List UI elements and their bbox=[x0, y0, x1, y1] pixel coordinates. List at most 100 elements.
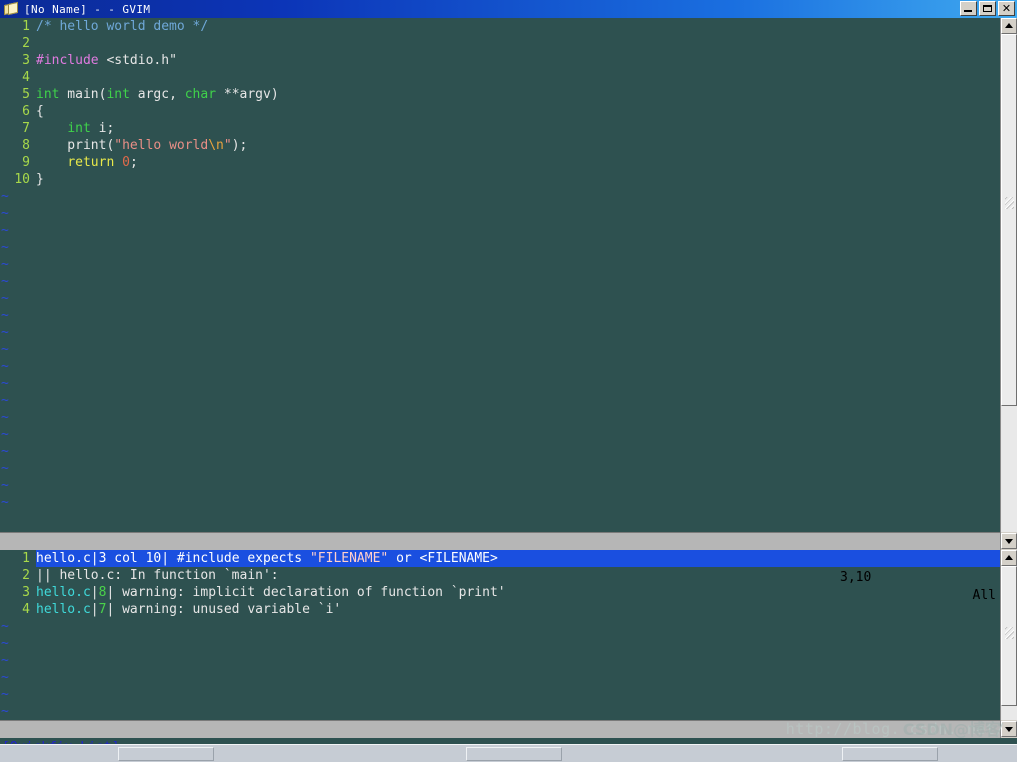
quickfix-empty-lines: ~ ~ ~ ~ ~ ~ bbox=[0, 618, 1000, 720]
empty-line-marker: ~ bbox=[1, 308, 9, 323]
window-controls: ✕ bbox=[960, 1, 1015, 16]
token-type: char bbox=[184, 87, 217, 102]
empty-line-marker: ~ bbox=[1, 427, 9, 442]
empty-line-marker: ~ bbox=[1, 291, 9, 306]
quickfix-scroll-up-button[interactable] bbox=[1001, 550, 1017, 566]
buffer-line[interactable]: 8 print("hello world\n"); bbox=[0, 137, 1000, 154]
os-taskbar[interactable] bbox=[0, 744, 1017, 762]
empty-line-marker: ~ bbox=[1, 636, 9, 651]
taskbar-item-3[interactable] bbox=[842, 747, 938, 761]
line-text: { bbox=[36, 103, 1000, 120]
token-comment: /* hello world demo */ bbox=[36, 19, 209, 34]
window-title: [No Name] - - GVIM bbox=[24, 2, 151, 16]
quickfix-entries: 1 hello.c|3 col 10| #include expects "FIL… bbox=[0, 550, 1000, 618]
empty-line-marker: ~ bbox=[1, 653, 9, 668]
buffer-line[interactable]: 5 int main(int argc, char **argv) bbox=[0, 86, 1000, 103]
quickfix-scroll-grip bbox=[1005, 627, 1014, 639]
quickfix-buffer-pane[interactable]: 1 hello.c|3 col 10| #include expects "FIL… bbox=[0, 550, 1000, 720]
empty-line-marker: ~ bbox=[1, 478, 9, 493]
line-number: 8 bbox=[22, 138, 30, 153]
source-buffer-pane[interactable]: 1 /* hello world demo */ 2 3 #include <stdio… bbox=[0, 18, 1000, 532]
quickfix-scroll-thumb[interactable] bbox=[1001, 566, 1017, 706]
line-number: 4 bbox=[22, 70, 30, 85]
token-plain: | bbox=[90, 602, 99, 617]
close-icon: ✕ bbox=[1001, 2, 1012, 15]
maximize-icon bbox=[983, 5, 992, 12]
buffer-line[interactable]: 6{ bbox=[0, 103, 1000, 120]
line-text bbox=[36, 69, 1000, 86]
token-plain: || hello.c: In function `main': bbox=[36, 568, 279, 583]
source-scroll-up-button[interactable] bbox=[1001, 18, 1017, 34]
token-plain: } bbox=[36, 172, 44, 187]
token-plain: argc, bbox=[129, 87, 185, 102]
empty-line-marker: ~ bbox=[1, 495, 9, 510]
minimize-button[interactable] bbox=[960, 1, 977, 16]
gvim-window: [No Name] - - GVIM ✕ 1 /* hello world dem… bbox=[0, 0, 1017, 744]
buffer-line[interactable]: 4 bbox=[0, 69, 1000, 86]
empty-line-marker: ~ bbox=[1, 687, 9, 702]
source-empty-lines: ~ ~ ~ ~ ~ ~ ~ ~ ~ ~ ~ ~ ~ ~ ~ ~ ~ ~ ~ bbox=[0, 188, 1000, 511]
token-string: " bbox=[223, 138, 232, 153]
line-number: 3 bbox=[22, 585, 30, 600]
line-text: || hello.c: In function `main': bbox=[36, 567, 1000, 584]
maximize-button[interactable] bbox=[979, 1, 996, 16]
line-text: hello.c|7| warning: unused variable `i' bbox=[36, 601, 1000, 618]
empty-line-marker: ~ bbox=[1, 393, 9, 408]
buffer-line[interactable]: 2 || hello.c: In function `main': bbox=[0, 567, 1000, 584]
buffer-line[interactable]: 10} bbox=[0, 171, 1000, 188]
token-type: int bbox=[106, 87, 130, 102]
token-plain: i; bbox=[90, 121, 115, 136]
line-number: 2 bbox=[22, 36, 30, 51]
source-scroll-down-button[interactable] bbox=[1001, 533, 1017, 549]
taskbar-item-1[interactable] bbox=[118, 747, 214, 761]
buffer-line[interactable]: 9 return 0; bbox=[0, 154, 1000, 171]
empty-line-marker: ~ bbox=[1, 223, 9, 238]
buffer-line[interactable]: 1 hello.c|3 col 10| #include expects "FIL… bbox=[0, 550, 1000, 567]
quickfix-scrollbar[interactable] bbox=[1000, 550, 1017, 720]
token-plain: <stdio.h" bbox=[98, 53, 177, 68]
token-string: "FILENAME" bbox=[309, 551, 389, 566]
buffer-line[interactable]: 4 hello.c|7| warning: unused variable `i' bbox=[0, 601, 1000, 618]
token-plain: | warning: unused variable `i' bbox=[106, 602, 342, 617]
token-file: hello.c bbox=[36, 551, 91, 566]
empty-line-marker: ~ bbox=[1, 461, 9, 476]
token-string: "hello world bbox=[114, 138, 209, 153]
source-lines: 1 /* hello world demo */ 2 3 #include <stdio… bbox=[0, 18, 1000, 188]
line-number: 3 bbox=[22, 53, 30, 68]
empty-line-marker: ~ bbox=[1, 410, 9, 425]
buffer-line[interactable]: 3 #include <stdio.h" bbox=[0, 52, 1000, 69]
buffer-line[interactable]: 7 int i; bbox=[0, 120, 1000, 137]
token-type: int bbox=[36, 87, 60, 102]
line-text: print("hello world\n"); bbox=[36, 137, 1000, 154]
taskbar-item-2[interactable] bbox=[466, 747, 562, 761]
source-scrollbar[interactable] bbox=[1000, 18, 1017, 532]
scrollbar-corner-top bbox=[1000, 532, 1017, 550]
source-statusline: hello.c 3,10 All bbox=[0, 532, 1000, 603]
token-plain: print( bbox=[36, 138, 115, 153]
window-titlebar[interactable]: [No Name] - - GVIM ✕ bbox=[0, 0, 1017, 18]
line-text: hello.c|8| warning: implicit declaration… bbox=[36, 584, 1000, 601]
source-scroll-thumb[interactable] bbox=[1001, 34, 1017, 406]
token-plain: main( bbox=[59, 87, 107, 102]
token-file: hello.c bbox=[36, 585, 91, 600]
close-button[interactable]: ✕ bbox=[998, 1, 1015, 16]
line-number: 9 bbox=[22, 155, 30, 170]
token-pre: #include bbox=[36, 53, 99, 68]
token-plain: | bbox=[90, 585, 99, 600]
buffer-line[interactable]: 3 hello.c|8| warning: implicit declaratio… bbox=[0, 584, 1000, 601]
line-text: int i; bbox=[36, 120, 1000, 137]
token-plain: | #include expects bbox=[161, 551, 310, 566]
line-number: 10 bbox=[14, 172, 30, 187]
token-escape: \n bbox=[208, 138, 224, 153]
token-plain: ); bbox=[231, 138, 248, 153]
buffer-line[interactable]: 2 bbox=[0, 35, 1000, 52]
line-number: 6 bbox=[22, 104, 30, 119]
token-file: hello.c bbox=[36, 602, 91, 617]
buffer-line[interactable]: 1 /* hello world demo */ bbox=[0, 18, 1000, 35]
token-plain: | warning: implicit declaration of funct… bbox=[106, 585, 506, 600]
empty-line-marker: ~ bbox=[1, 206, 9, 221]
line-text: } bbox=[36, 171, 1000, 188]
